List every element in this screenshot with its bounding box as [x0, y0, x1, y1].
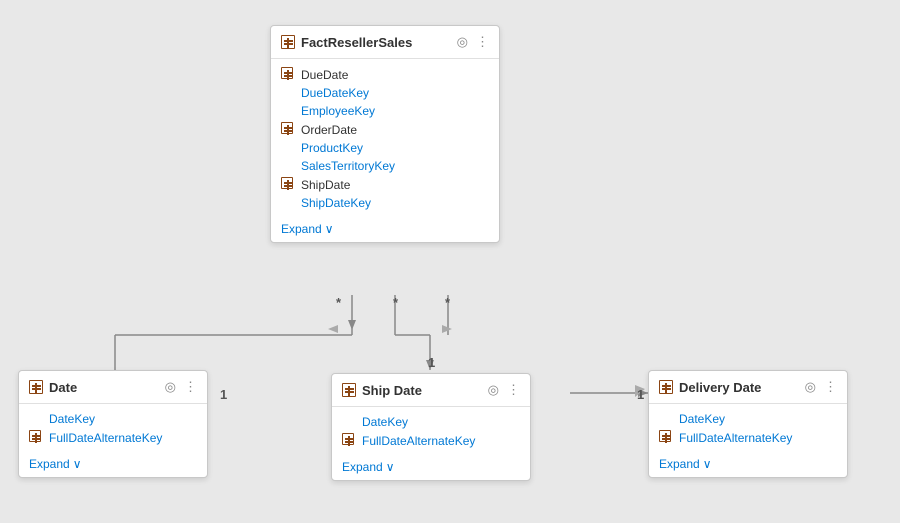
cardinality-one-shipdate: 1 — [428, 355, 435, 370]
field-row-shipdatekey: ShipDateKey — [271, 194, 499, 212]
field-row-employeekey: EmployeeKey — [271, 102, 499, 120]
table-icon-ship-date — [342, 383, 356, 397]
cardinality-star-2: * — [393, 295, 398, 310]
table-header-date: Date ◎ ⋮ — [19, 371, 207, 404]
field-name-date-datekey: DateKey — [49, 412, 95, 426]
table-title-date: Date — [49, 380, 159, 395]
field-row-shipdate: ShipDate — [271, 175, 499, 194]
table-icon-fact — [281, 35, 295, 49]
more-icon-date[interactable]: ⋮ — [184, 379, 197, 395]
header-actions-date: ◎ ⋮ — [165, 379, 197, 395]
field-row-duedatekey: DueDateKey — [271, 84, 499, 102]
eye-icon-date[interactable]: ◎ — [165, 379, 176, 395]
more-icon-fact[interactable]: ⋮ — [476, 34, 489, 50]
cardinality-star-3: * — [445, 295, 450, 310]
field-name-salesterritorykey: SalesTerritoryKey — [301, 159, 395, 173]
expand-row-ship-date[interactable]: Expand ∨ — [332, 456, 530, 480]
table-body-delivery-date: DateKey FullDateAlternateKey — [649, 404, 847, 453]
expand-row-fact[interactable]: Expand ∨ — [271, 218, 499, 242]
field-row-productkey: ProductKey — [271, 139, 499, 157]
cardinality-star-1: * — [336, 295, 341, 310]
table-header-fact: FactResellerSales ◎ ⋮ — [271, 26, 499, 59]
table-body-ship-date: DateKey FullDateAlternateKey — [332, 407, 530, 456]
field-name-productkey: ProductKey — [301, 141, 363, 155]
field-row-salesterritorykey: SalesTerritoryKey — [271, 157, 499, 175]
table-icon-date — [29, 380, 43, 394]
field-row-orderdate: OrderDate — [271, 120, 499, 139]
diagram-canvas: * * * 1 1 1 FactResellerSales ◎ ⋮ DueDat… — [0, 0, 900, 523]
field-name-ship-fulldatealternatekey: FullDateAlternateKey — [362, 434, 475, 448]
chevron-icon-fact: ∨ — [325, 222, 334, 236]
field-row-duedate: DueDate — [271, 65, 499, 84]
eye-icon-ship-date[interactable]: ◎ — [488, 382, 499, 398]
table-title-ship-date: Ship Date — [362, 383, 482, 398]
header-actions-fact: ◎ ⋮ — [457, 34, 489, 50]
field-name-shipdate: ShipDate — [301, 178, 350, 192]
header-actions-ship-date: ◎ ⋮ — [488, 382, 520, 398]
field-icon-delivery-fulldatealternatekey — [659, 430, 673, 445]
field-icon-ship-fulldatealternatekey — [342, 433, 356, 448]
field-name-delivery-fulldatealternatekey: FullDateAlternateKey — [679, 431, 792, 445]
table-card-date: Date ◎ ⋮ DateKey FullDateAlternateKey Ex… — [18, 370, 208, 478]
field-name-shipdatekey: ShipDateKey — [301, 196, 371, 210]
table-card-ship-date: Ship Date ◎ ⋮ DateKey FullDateAlternateK… — [331, 373, 531, 481]
field-row-ship-fulldatealternatekey: FullDateAlternateKey — [332, 431, 530, 450]
field-name-duedatekey: DueDateKey — [301, 86, 369, 100]
table-title-delivery-date: Delivery Date — [679, 380, 799, 395]
field-icon-date-fulldatealternatekey — [29, 430, 43, 445]
field-row-date-fulldatealternatekey: FullDateAlternateKey — [19, 428, 207, 447]
table-card-delivery-date: Delivery Date ◎ ⋮ DateKey FullDateAltern… — [648, 370, 848, 478]
table-body-date: DateKey FullDateAlternateKey — [19, 404, 207, 453]
expand-label-ship-date: Expand — [342, 460, 383, 474]
cardinality-one-delivery: 1 — [637, 387, 644, 402]
table-body-fact: DueDate DueDateKey EmployeeKey OrderDate… — [271, 59, 499, 218]
field-icon-shipdate — [281, 177, 295, 192]
eye-icon-delivery-date[interactable]: ◎ — [805, 379, 816, 395]
field-row-date-datekey: DateKey — [19, 410, 207, 428]
more-icon-ship-date[interactable]: ⋮ — [507, 382, 520, 398]
field-name-ship-datekey: DateKey — [362, 415, 408, 429]
field-name-duedate: DueDate — [301, 68, 348, 82]
header-actions-delivery-date: ◎ ⋮ — [805, 379, 837, 395]
field-name-delivery-datekey: DateKey — [679, 412, 725, 426]
table-header-ship-date: Ship Date ◎ ⋮ — [332, 374, 530, 407]
field-icon-duedate — [281, 67, 295, 82]
table-card-fact-reseller-sales: FactResellerSales ◎ ⋮ DueDate DueDateKey… — [270, 25, 500, 243]
cardinality-one-date: 1 — [220, 387, 227, 402]
field-row-ship-datekey: DateKey — [332, 413, 530, 431]
field-name-employeekey: EmployeeKey — [301, 104, 375, 118]
more-icon-delivery-date[interactable]: ⋮ — [824, 379, 837, 395]
chevron-icon-ship-date: ∨ — [386, 460, 395, 474]
table-icon-delivery-date — [659, 380, 673, 394]
expand-label-delivery-date: Expand — [659, 457, 700, 471]
expand-label-fact: Expand — [281, 222, 322, 236]
field-name-date-fulldatealternatekey: FullDateAlternateKey — [49, 431, 162, 445]
field-name-orderdate: OrderDate — [301, 123, 357, 137]
expand-row-date[interactable]: Expand ∨ — [19, 453, 207, 477]
field-icon-orderdate — [281, 122, 295, 137]
table-title-fact: FactResellerSales — [301, 35, 451, 50]
field-row-delivery-datekey: DateKey — [649, 410, 847, 428]
chevron-icon-date: ∨ — [73, 457, 82, 471]
expand-row-delivery-date[interactable]: Expand ∨ — [649, 453, 847, 477]
expand-label-date: Expand — [29, 457, 70, 471]
chevron-icon-delivery-date: ∨ — [703, 457, 712, 471]
table-header-delivery-date: Delivery Date ◎ ⋮ — [649, 371, 847, 404]
field-row-delivery-fulldatealternatekey: FullDateAlternateKey — [649, 428, 847, 447]
eye-icon-fact[interactable]: ◎ — [457, 34, 468, 50]
